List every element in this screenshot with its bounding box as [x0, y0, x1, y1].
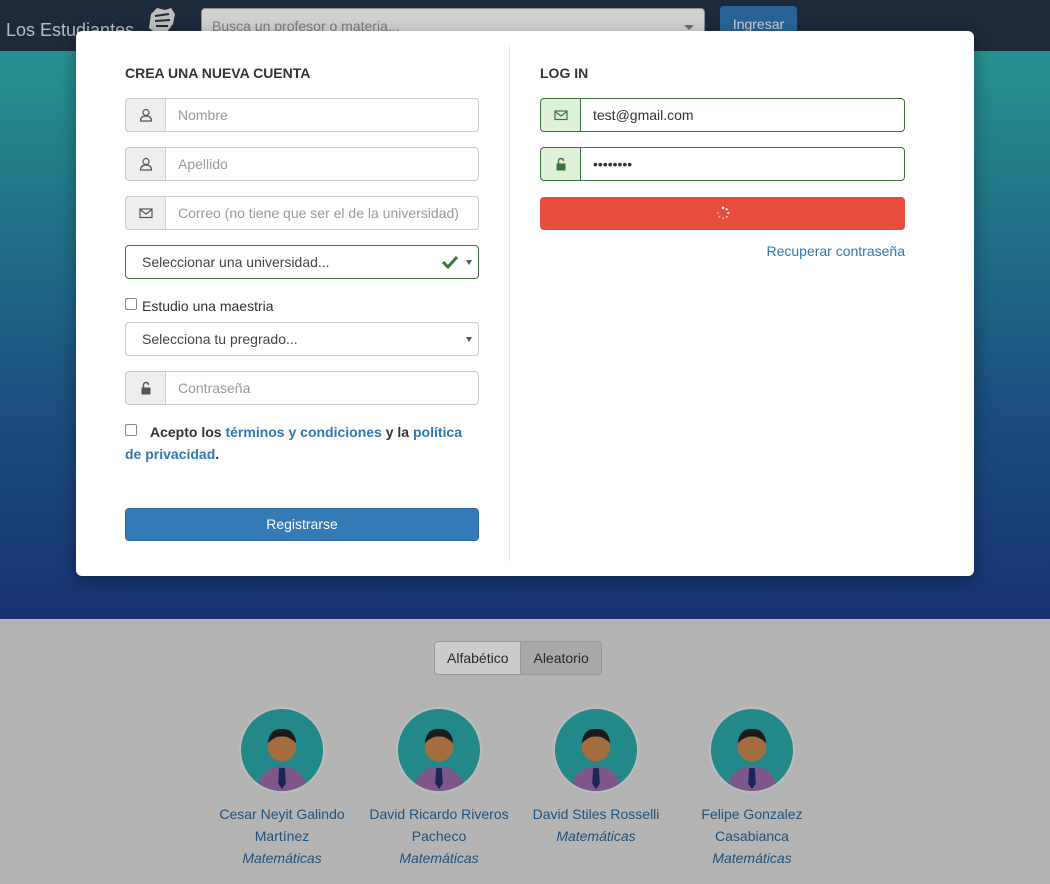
last-name-group: Apellido [125, 147, 479, 181]
first-name-group: Nombre [125, 98, 479, 132]
user-icon [125, 147, 165, 181]
terms-middle: y la [385, 424, 410, 440]
login-password-input[interactable]: •••••••• [580, 147, 905, 181]
envelope-icon [540, 98, 580, 132]
register-button[interactable]: Registrarse [125, 508, 479, 541]
masters-checkbox[interactable] [125, 298, 137, 310]
envelope-icon [125, 196, 165, 230]
unlock-icon [540, 147, 580, 181]
first-name-input[interactable]: Nombre [165, 98, 479, 132]
check-icon [442, 255, 458, 269]
recover-password-link[interactable]: Recuperar contraseña [766, 243, 905, 259]
university-select-value: Seleccionar una universidad... [142, 254, 330, 270]
unlock-icon [125, 371, 165, 405]
auth-modal: CREA UNA NUEVA CUENTA Nombre Apellido Co… [76, 31, 974, 576]
login-password-group: •••••••• [540, 147, 905, 181]
column-divider [509, 46, 510, 561]
degree-select-value: Selecciona tu pregrado... [142, 331, 298, 347]
login-title: LOG IN [540, 65, 589, 81]
terms-suffix: . [215, 446, 220, 462]
login-email-group: test@gmail.com [540, 98, 905, 132]
login-submit-button[interactable] [540, 197, 905, 230]
degree-select[interactable]: Selecciona tu pregrado... [125, 322, 479, 356]
chevron-down-icon [466, 260, 472, 265]
terms-prefix: Acepto los [150, 424, 222, 440]
user-icon [125, 98, 165, 132]
spinner-icon [716, 206, 730, 220]
email-group: Correo (no tiene que ser el de la univer… [125, 196, 479, 230]
email-field[interactable]: Correo (no tiene que ser el de la univer… [165, 196, 479, 230]
login-email-input[interactable]: test@gmail.com [580, 98, 905, 132]
terms-text: Acepto los términos y condiciones y la p… [125, 421, 479, 465]
terms-link[interactable]: términos y condiciones [225, 424, 381, 440]
masters-label: Estudio una maestria [142, 298, 274, 314]
signup-title: CREA UNA NUEVA CUENTA [125, 65, 311, 81]
password-input[interactable]: Contraseña [165, 371, 479, 405]
password-group: Contraseña [125, 371, 479, 405]
chevron-down-icon [466, 337, 472, 342]
university-select[interactable]: Seleccionar una universidad... [125, 245, 479, 279]
last-name-input[interactable]: Apellido [165, 147, 479, 181]
